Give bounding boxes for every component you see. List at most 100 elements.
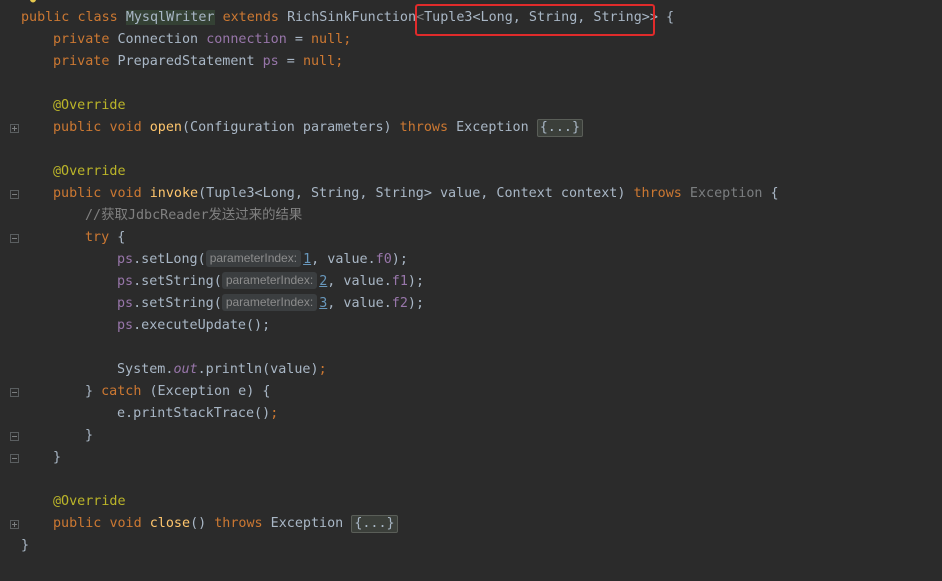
- fold-expand-icon[interactable]: [10, 124, 19, 133]
- method-call: .setString(: [133, 296, 222, 311]
- semicolon: ;: [318, 362, 327, 377]
- method-call: .setString(: [133, 274, 222, 289]
- code-line-execute: ps.executeUpdate();: [21, 315, 942, 337]
- folded-code-block[interactable]: {...}: [351, 515, 398, 533]
- code-editor[interactable]: ● public class MysqlWriter extends RichS…: [0, 0, 942, 581]
- catch-args: (Exception e) {: [141, 384, 271, 399]
- field-name: ps: [262, 54, 279, 69]
- brace: }: [85, 428, 94, 443]
- brace: {: [657, 10, 675, 25]
- exception-type: Exception: [448, 120, 537, 135]
- field-ref: f1: [391, 274, 408, 289]
- exception-type: Exception: [262, 516, 352, 531]
- keyword: private: [53, 54, 110, 69]
- code-line-annotation: @Override: [21, 161, 942, 183]
- keyword: throws: [633, 186, 682, 201]
- method-name: invoke: [149, 186, 199, 201]
- field-ref: ps: [117, 274, 134, 289]
- method-call: .println(value): [197, 362, 319, 377]
- args-rest: , value.: [311, 252, 376, 267]
- code-line-field-ps: private PreparedStatement ps = null;: [21, 51, 942, 73]
- operator: =: [286, 32, 311, 47]
- method-name: open: [149, 120, 182, 135]
- field-ref: f2: [391, 296, 408, 311]
- parameter-hint: parameterIndex:: [205, 250, 302, 267]
- method-args: (): [190, 516, 215, 531]
- fold-collapse-icon[interactable]: [10, 454, 19, 463]
- field-ref: ps: [117, 252, 134, 267]
- method-name: close: [149, 516, 191, 531]
- keyword: throws: [399, 120, 449, 135]
- code-line-setlong: ps.setLong(parameterIndex: 1, value.f0);: [21, 249, 942, 271]
- keyword: extends: [222, 10, 279, 25]
- operator: =: [278, 54, 303, 69]
- method-call: .setLong(: [133, 252, 206, 267]
- code-line-try: try {: [21, 227, 942, 249]
- brace: }: [21, 538, 30, 553]
- type-name: Connection: [117, 32, 199, 47]
- keyword: public: [53, 186, 102, 201]
- code-line-open-method: public void open(Configuration parameter…: [21, 117, 942, 139]
- static-field: out: [173, 362, 198, 377]
- folded-code-block[interactable]: {...}: [536, 119, 584, 137]
- fold-collapse-icon[interactable]: [10, 234, 19, 243]
- call-end: );: [407, 296, 425, 311]
- code-line-annotation: @Override: [21, 491, 942, 513]
- field-ref: ps: [117, 318, 134, 333]
- method-args: (Tuple3<Long, String, String> value, Con…: [198, 186, 634, 201]
- annotation: @Override: [53, 494, 126, 509]
- brace: {: [762, 186, 779, 201]
- field-name: connection: [206, 32, 287, 47]
- fold-collapse-icon[interactable]: [10, 388, 19, 397]
- semicolon: ;: [343, 32, 352, 47]
- method-call: e.printStackTrace(): [117, 406, 271, 421]
- args-rest: , value.: [327, 274, 392, 289]
- semicolon: ;: [270, 406, 279, 421]
- fold-collapse-icon[interactable]: [10, 190, 19, 199]
- keyword: catch: [101, 384, 142, 399]
- parameter-hint: parameterIndex:: [221, 294, 318, 311]
- method-args: (Configuration parameters): [182, 120, 400, 135]
- code-line-setstring: ps.setString(parameterIndex: 2, value.f1)…: [21, 271, 942, 293]
- code-line-println: System.out.println(value);: [21, 359, 942, 381]
- code-line-invoke-method: public void invoke(Tuple3<Long, String, …: [21, 183, 942, 205]
- lightbulb-icon[interactable]: ●: [30, 0, 38, 5]
- number-literal: 1: [303, 252, 312, 267]
- red-highlight-box: [415, 4, 655, 36]
- keyword: private: [53, 32, 110, 47]
- keyword: try: [85, 230, 110, 245]
- keyword: void: [109, 120, 142, 135]
- call-end: );: [391, 252, 408, 267]
- keyword: void: [109, 516, 142, 531]
- comment: //获取JdbcReader发送过来的结果: [85, 208, 303, 223]
- code-line-close-method: public void close() throws Exception {..…: [21, 513, 942, 535]
- exception-type: Exception: [681, 186, 763, 201]
- editor-gutter[interactable]: [0, 0, 20, 581]
- keyword: throws: [214, 516, 263, 531]
- brace: {: [109, 230, 126, 245]
- brace: }: [53, 450, 62, 465]
- keyword: public: [21, 10, 70, 25]
- fold-expand-icon[interactable]: [10, 520, 19, 529]
- code-line-close-brace: }: [21, 535, 942, 557]
- call-end: );: [407, 274, 425, 289]
- type-name: PreparedStatement: [117, 54, 255, 69]
- semicolon: ;: [335, 54, 344, 69]
- keyword: class: [77, 10, 118, 25]
- class-ref: System.: [117, 362, 174, 377]
- brace: }: [85, 384, 102, 399]
- annotation: @Override: [53, 98, 126, 113]
- class-name: MysqlWriter: [125, 10, 215, 25]
- parent-class: RichSinkFunction: [287, 10, 417, 25]
- fold-collapse-icon[interactable]: [10, 432, 19, 441]
- parameter-hint: parameterIndex:: [221, 272, 318, 289]
- keyword: public: [53, 516, 102, 531]
- code-line-close-brace: }: [21, 447, 942, 469]
- field-ref: f0: [375, 252, 392, 267]
- method-call: .executeUpdate();: [133, 318, 271, 333]
- annotation: @Override: [53, 164, 126, 179]
- args-rest: , value.: [327, 296, 392, 311]
